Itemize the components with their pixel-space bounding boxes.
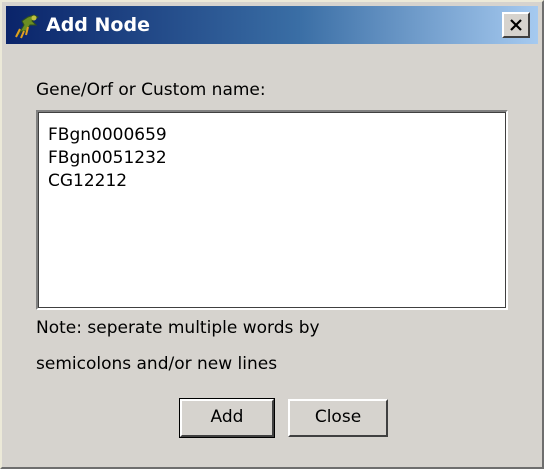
gene-name-line: CG12212 [48, 171, 128, 191]
title-bar[interactable]: Add Node [6, 6, 538, 44]
close-icon [510, 19, 522, 31]
close-button[interactable]: Close [288, 399, 388, 437]
app-icon [14, 11, 42, 39]
window-title: Add Node [46, 14, 150, 36]
gene-name-label: Gene/Orf or Custom name: [36, 80, 266, 100]
close-window-button[interactable] [502, 12, 530, 38]
gene-names-list: FBgn0000659 FBgn0051232 CG12212 [48, 124, 167, 193]
gene-name-line: FBgn0051232 [48, 148, 167, 168]
gene-names-textarea[interactable]: FBgn0000659 FBgn0051232 CG12212 [36, 110, 508, 310]
note-text-line-2: semicolons and/or new lines [36, 354, 278, 374]
gene-name-line: FBgn0000659 [48, 125, 167, 145]
add-node-dialog: Add Node Gene/Orf or Custom name: FBgn00… [0, 0, 544, 469]
add-button[interactable]: Add [179, 398, 275, 438]
note-text-line-1: Note: seperate multiple words by [36, 318, 320, 338]
